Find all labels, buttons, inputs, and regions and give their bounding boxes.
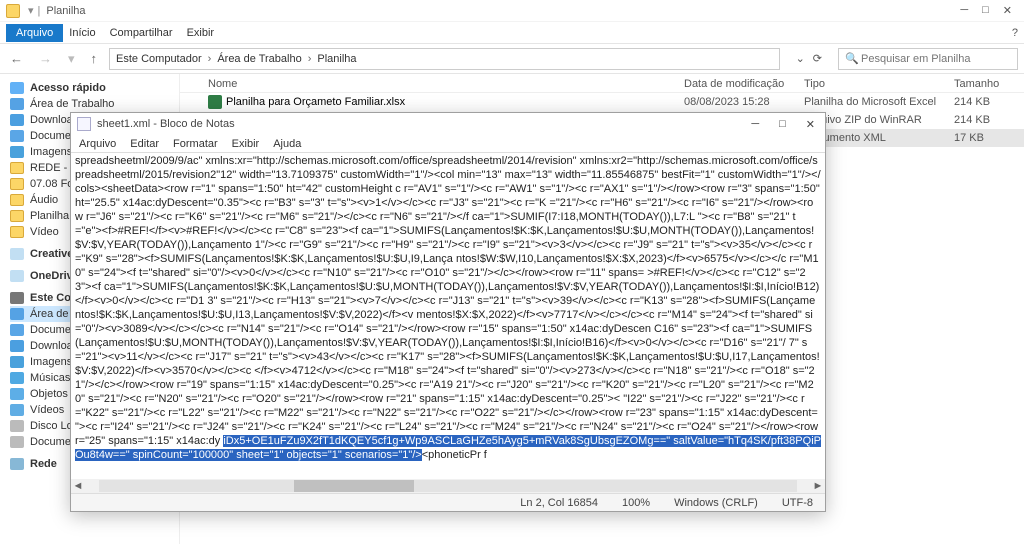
folder-separator: |	[38, 5, 41, 17]
status-position: Ln 2, Col 16854	[520, 497, 598, 509]
col-date[interactable]: Data de modificação	[684, 78, 804, 90]
nav-up-icon[interactable]: ↑	[87, 51, 102, 66]
ribbon-share[interactable]: Compartilhar	[110, 27, 173, 39]
status-eol: Windows (CRLF)	[674, 497, 758, 509]
explorer-titlebar: ▾ | Planilha ─ □ ✕	[0, 0, 1024, 22]
notepad-icon	[77, 117, 91, 131]
notepad-window: sheet1.xml - Bloco de Notas ─ □ ✕ Arquiv…	[70, 112, 826, 512]
explorer-search[interactable]: 🔍	[838, 48, 1018, 70]
sidebar-item[interactable]: Área de Trabalho	[10, 96, 179, 112]
notepad-minimize-icon[interactable]: ─	[747, 118, 763, 131]
nav-refresh-icon[interactable]: ⟳	[809, 52, 826, 65]
ribbon-help-icon[interactable]: ?	[1012, 27, 1018, 39]
explorer-title: Planilha	[46, 5, 85, 17]
file-row[interactable]: Planilha para Orçameto Familiar.xlsx08/0…	[180, 93, 1024, 111]
nav-dropdown-icon[interactable]: ⌄	[792, 52, 809, 65]
explorer-close-icon[interactable]: ✕	[1003, 4, 1012, 17]
text-body: spreadsheetml/2009/9/ac" xmlns:xr="http:…	[75, 155, 823, 447]
ribbon-view[interactable]: Exibir	[187, 27, 215, 39]
sidebar-quick-access[interactable]: Acesso rápido	[10, 80, 179, 96]
ribbon-home[interactable]: Início	[69, 27, 95, 39]
ribbon-file[interactable]: Arquivo	[6, 24, 63, 42]
np-menu-file[interactable]: Arquivo	[79, 138, 116, 150]
notepad-textarea[interactable]: spreadsheetml/2009/9/ac" xmlns:xr="http:…	[71, 153, 825, 479]
notepad-titlebar: sheet1.xml - Bloco de Notas ─ □ ✕	[71, 113, 825, 135]
notepad-menu: Arquivo Editar Formatar Exibir Ajuda	[71, 135, 825, 153]
search-icon: 🔍	[845, 52, 859, 65]
text-tail: <phoneticPr f	[422, 449, 487, 461]
col-type[interactable]: Tipo	[804, 78, 954, 90]
scroll-left-icon[interactable]: ◄	[71, 480, 85, 492]
search-input[interactable]	[839, 53, 1017, 65]
file-columns[interactable]: Nome Data de modificação Tipo Tamanho	[180, 74, 1024, 93]
col-size[interactable]: Tamanho	[954, 78, 1024, 90]
small-arrow: ▾	[28, 4, 34, 17]
nav-back-icon[interactable]: ←	[6, 51, 27, 66]
status-zoom: 100%	[622, 497, 650, 509]
nav-toolbar: ⌄ ⟳	[788, 52, 830, 65]
np-menu-edit[interactable]: Editar	[130, 138, 159, 150]
crumb-1[interactable]: Área de Trabalho	[217, 53, 301, 65]
crumb-2[interactable]: Planilha	[317, 53, 356, 65]
folder-icon	[6, 4, 20, 18]
explorer-ribbon: Arquivo Início Compartilhar Exibir ?	[0, 22, 1024, 44]
breadcrumb[interactable]: Este Computador› Área de Trabalho› Plani…	[109, 48, 780, 70]
scroll-thumb[interactable]	[294, 480, 414, 492]
np-menu-help[interactable]: Ajuda	[273, 138, 301, 150]
explorer-maximize-icon[interactable]: □	[982, 4, 989, 17]
explorer-navbar: ← → ▾ ↑ Este Computador› Área de Trabalh…	[0, 44, 1024, 74]
notepad-maximize-icon[interactable]: □	[775, 118, 790, 131]
notepad-hscrollbar[interactable]: ◄ ►	[71, 479, 825, 493]
crumb-0[interactable]: Este Computador	[116, 53, 202, 65]
notepad-statusbar: Ln 2, Col 16854 100% Windows (CRLF) UTF-…	[71, 493, 825, 511]
np-menu-view[interactable]: Exibir	[232, 138, 260, 150]
status-encoding: UTF-8	[782, 497, 813, 509]
np-menu-format[interactable]: Formatar	[173, 138, 218, 150]
notepad-close-icon[interactable]: ✕	[802, 118, 819, 131]
scroll-right-icon[interactable]: ►	[811, 480, 825, 492]
col-name[interactable]: Nome	[208, 78, 684, 90]
nav-forward-icon[interactable]: →	[35, 51, 56, 66]
notepad-title: sheet1.xml - Bloco de Notas	[97, 118, 235, 130]
nav-recent-icon[interactable]: ▾	[64, 51, 79, 67]
explorer-minimize-icon[interactable]: ─	[960, 4, 968, 17]
